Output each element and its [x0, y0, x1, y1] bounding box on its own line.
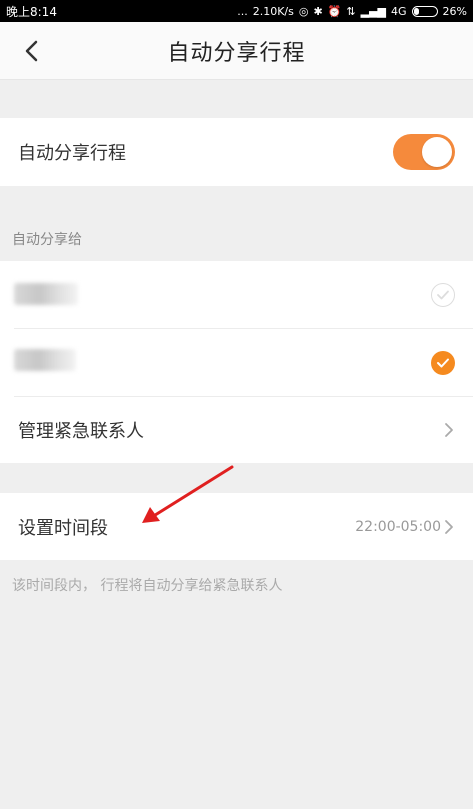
contact-checkbox-checked[interactable] [431, 351, 455, 375]
status-bar: 晚上8:14 ... 2.10K/s ◎ ✱ ⏰ ⇅ ▂▄▆ 4G 26% [0, 0, 473, 22]
bluetooth-icon: ✱ [313, 4, 323, 18]
hotspot-icon: ◎ [298, 4, 309, 18]
contact-row-2[interactable] [0, 329, 473, 397]
check-icon [437, 358, 449, 368]
time-period-row[interactable]: 设置时间段 22:00-05:00 [0, 493, 473, 560]
status-battery-percent: 26% [442, 4, 467, 18]
page-title: 自动分享行程 [167, 40, 306, 66]
time-period-value: 22:00-05:00 [355, 518, 441, 535]
alarm-icon: ⏰ [327, 4, 342, 18]
manage-contacts-row[interactable]: 管理紧急联系人 [0, 397, 473, 463]
data-transfer-icon: ⇅ [346, 4, 356, 18]
status-time: 晚上8:14 [6, 4, 57, 19]
contact-row-1[interactable] [0, 261, 473, 329]
manage-contacts-label: 管理紧急联系人 [18, 421, 144, 442]
share-to-header: 自动分享给 [12, 232, 82, 248]
contact-name-redacted [14, 349, 76, 371]
status-network: 4G [391, 4, 407, 18]
time-period-label: 设置时间段 [18, 517, 108, 539]
contact-checkbox-unchecked[interactable] [431, 283, 455, 307]
toggle-knob [422, 137, 452, 167]
status-speed: 2.10K/s [252, 4, 294, 18]
chevron-right-icon [445, 519, 453, 534]
chevron-right-icon [445, 423, 453, 437]
auto-share-row: 自动分享行程 [0, 118, 473, 186]
check-icon [437, 290, 449, 300]
auto-share-toggle[interactable] [393, 134, 455, 170]
status-indicators: ... 2.10K/s ◎ ✱ ⏰ ⇅ ▂▄▆ 4G 26% [237, 5, 467, 18]
contact-name-redacted [14, 283, 78, 305]
back-button[interactable] [18, 38, 44, 64]
status-dots: ... [237, 4, 248, 18]
auto-share-label: 自动分享行程 [18, 143, 126, 164]
time-period-note: 该时间段内， 行程将自动分享给紧急联系人 [12, 578, 283, 594]
navigation-bar: 自动分享行程 [0, 22, 473, 80]
battery-icon [411, 5, 438, 17]
chevron-left-icon [25, 40, 38, 62]
signal-icon: ▂▄▆ [360, 4, 387, 18]
